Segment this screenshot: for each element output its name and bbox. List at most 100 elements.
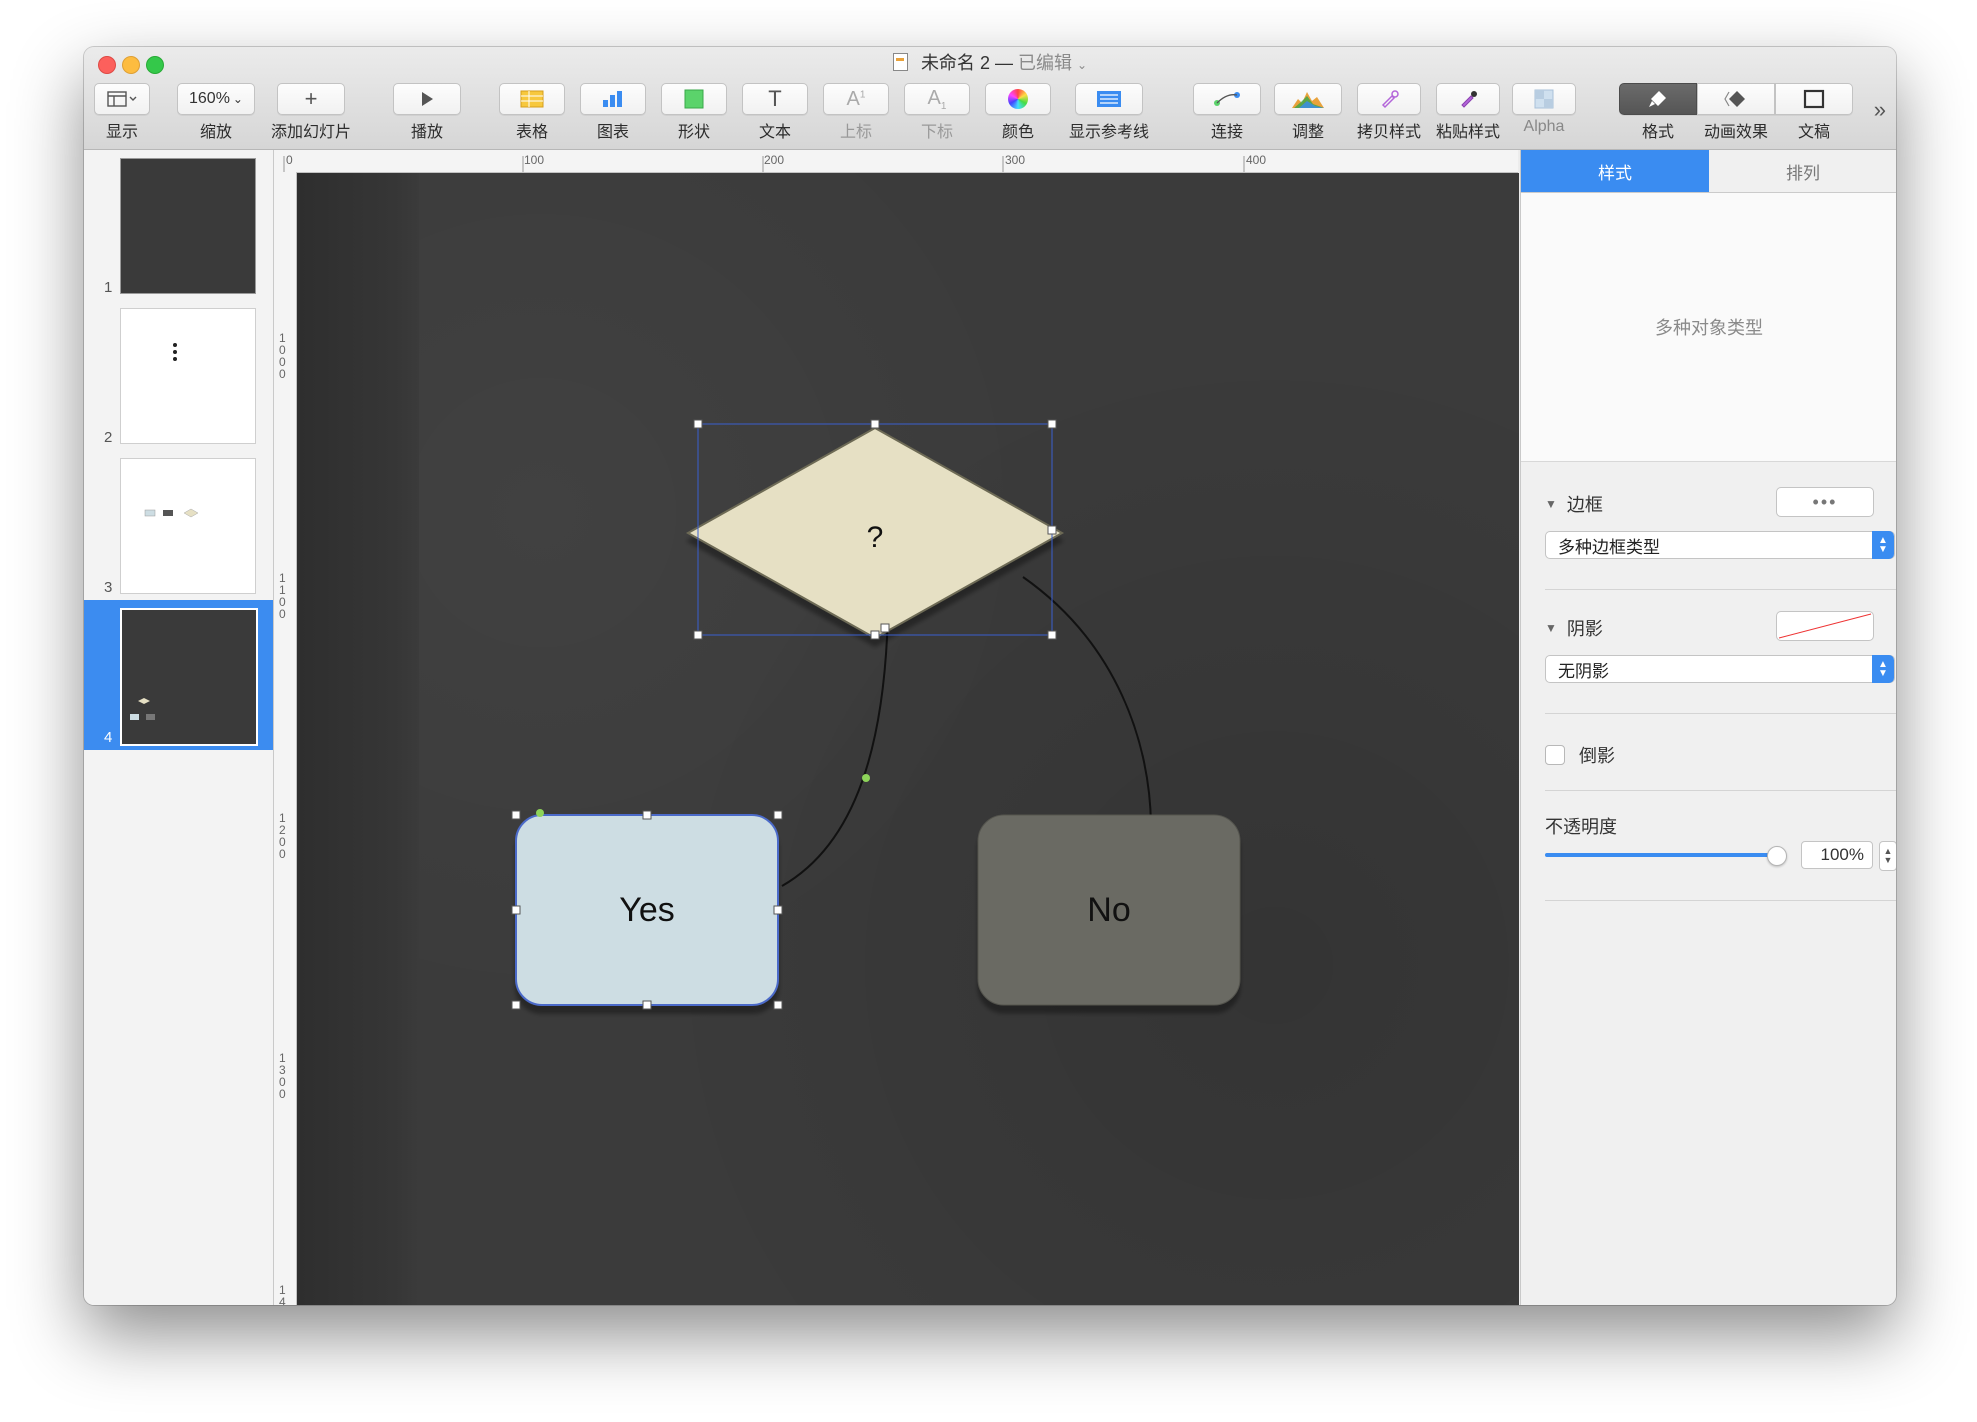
view-button[interactable]: 显示 (94, 83, 150, 142)
decision-label: ? (867, 521, 884, 554)
ellipsis-icon: ••• (1812, 491, 1838, 512)
slide-thumbnail[interactable] (120, 458, 256, 594)
document-button[interactable] (1775, 83, 1853, 115)
title-separator: — (994, 53, 1018, 73)
zoom-button[interactable]: 160% ⌄ 缩放 (176, 83, 256, 142)
color-label: 颜色 (1001, 124, 1034, 141)
connector-endpoint-handle[interactable] (536, 809, 544, 817)
divider (1545, 589, 1896, 590)
copy-style-button[interactable]: 拷贝样式 (1352, 83, 1426, 142)
edited-status: 已编辑 (1017, 53, 1072, 73)
copy-style-label: 拷贝样式 (1356, 124, 1421, 141)
reflection-checkbox[interactable] (1545, 745, 1565, 765)
view-label: 显示 (105, 124, 138, 141)
opacity-slider-track[interactable] (1545, 853, 1777, 857)
color-button[interactable]: 颜色 (985, 83, 1051, 142)
slide-number: 3 (104, 579, 113, 596)
subscript-icon: A1 (927, 86, 947, 112)
connector-control-handle[interactable] (862, 774, 870, 782)
superscript-button[interactable]: A1 上标 (823, 83, 889, 142)
subscript-label: 下标 (920, 124, 953, 141)
no-label: No (1087, 891, 1130, 929)
subscript-button[interactable]: A1 下标 (904, 83, 970, 142)
select-arrows-icon: ▲ ▼ (1872, 531, 1894, 559)
play-label: 播放 (410, 124, 443, 141)
slide-thumbnail-row[interactable]: 3 (84, 450, 273, 600)
show-guides-label: 显示参考线 (1068, 124, 1149, 141)
table-button[interactable]: 表格 (499, 83, 565, 142)
adjust-label: 调整 (1291, 124, 1324, 141)
opacity-slider-knob[interactable] (1767, 846, 1787, 866)
chart-button[interactable]: 图表 (580, 83, 646, 142)
more-toolbar-items-icon[interactable]: » (1874, 97, 1886, 123)
adjust-button[interactable]: 调整 (1273, 83, 1343, 142)
chart-label: 图表 (596, 124, 629, 141)
alpha-icon (1534, 89, 1554, 109)
no-color-icon (1778, 613, 1872, 639)
select-arrows-icon: ▲ ▼ (1872, 655, 1894, 683)
ruler-tick: 1300 (279, 1051, 286, 1101)
format-label: 格式 (1641, 124, 1674, 141)
flowchart: ? Yes No (511, 419, 1241, 1010)
connect-label: 连接 (1210, 124, 1243, 141)
connector-yes[interactable] (781, 610, 889, 887)
shadow-color-well[interactable] (1776, 611, 1874, 641)
horizontal-ruler[interactable]: 0 100 200 300 400 (274, 150, 1518, 173)
slide-canvas[interactable]: ? Yes No (297, 173, 1519, 1305)
format-inspector: 样式 排列 多种对象类型 ▼ 边框 ••• 多种边框类型 ▲ ▼ ▼ 阴影 无阴影 ▲… (1520, 150, 1896, 1305)
zoom-label: 缩放 (199, 124, 232, 141)
paintbrush-icon (1649, 91, 1666, 107)
divider (1545, 713, 1896, 714)
opacity-field[interactable]: 100% (1801, 841, 1873, 869)
connector-no[interactable] (1022, 576, 1152, 826)
guides-icon (1097, 91, 1121, 107)
alpha-button[interactable]: Alpha (1510, 83, 1578, 136)
play-icon (422, 92, 433, 106)
border-type-select[interactable]: 多种边框类型 ▲ ▼ (1545, 531, 1895, 559)
ruler-tick: 14 (279, 1283, 286, 1305)
slide-thumbnail[interactable] (120, 608, 258, 746)
border-style-button[interactable]: ••• (1776, 487, 1874, 517)
reflection-section: 倒影 (1545, 742, 1896, 768)
tab-style[interactable]: 样式 (1521, 150, 1709, 192)
sidebar-icon (107, 91, 137, 107)
slide-number: 1 (104, 279, 113, 296)
border-section: ▼ 边框 ••• 多种边框类型 ▲ ▼ (1545, 487, 1896, 559)
slide-thumbnail-row-selected[interactable]: 4 (84, 600, 273, 750)
add-slide-label: 添加幻灯片 (270, 124, 351, 141)
slide-number: 2 (104, 429, 113, 446)
animate-button[interactable] (1697, 83, 1775, 115)
opacity-stepper[interactable]: ▲ ▼ (1879, 841, 1896, 871)
app-window: 未命名 2 — 已编辑 ⌄ 显示 160% ⌄ 缩放 + 添加幻灯片 播放 表格… (84, 47, 1896, 1305)
table-label: 表格 (515, 124, 548, 141)
shadow-type-select[interactable]: 无阴影 ▲ ▼ (1545, 655, 1895, 683)
paste-style-button[interactable]: 粘贴样式 (1431, 83, 1505, 142)
superscript-label: 上标 (839, 124, 872, 141)
border-title: 边框 (1566, 495, 1603, 515)
play-button[interactable]: 播放 (392, 83, 462, 142)
tab-arrange[interactable]: 排列 (1709, 150, 1896, 192)
vertical-ruler[interactable]: 1000 1100 1200 1300 14 (274, 172, 297, 1305)
format-button[interactable] (1619, 83, 1697, 115)
shape-button[interactable]: 形状 (661, 83, 727, 142)
disclosure-triangle-icon: ▼ (1545, 621, 1557, 635)
connect-button[interactable]: 连接 (1192, 83, 1262, 142)
add-slide-button[interactable]: + 添加幻灯片 (266, 83, 356, 142)
superscript-icon: A1 (846, 87, 866, 110)
slide-thumbnail-row[interactable]: 2 (84, 300, 273, 450)
ruler-tick: 1200 (279, 811, 286, 861)
color-wheel-icon (1008, 89, 1028, 109)
slide-thumbnail[interactable] (120, 308, 256, 444)
slide-thumbnail[interactable] (120, 158, 256, 294)
shadow-type-value: 无阴影 (1558, 661, 1609, 681)
connect-icon (1214, 92, 1240, 106)
slide-thumbnail-row[interactable]: 1 (84, 150, 273, 300)
window-title[interactable]: 未命名 2 — 已编辑 ⌄ (84, 51, 1896, 77)
slide-number: 4 (104, 729, 113, 746)
shadow-title: 阴影 (1566, 619, 1603, 639)
histogram-icon (1292, 92, 1324, 108)
text-button[interactable]: T 文本 (742, 83, 808, 142)
text-label: 文本 (758, 124, 791, 141)
divider (1545, 900, 1896, 901)
show-guides-button[interactable]: 显示参考线 (1059, 83, 1159, 142)
